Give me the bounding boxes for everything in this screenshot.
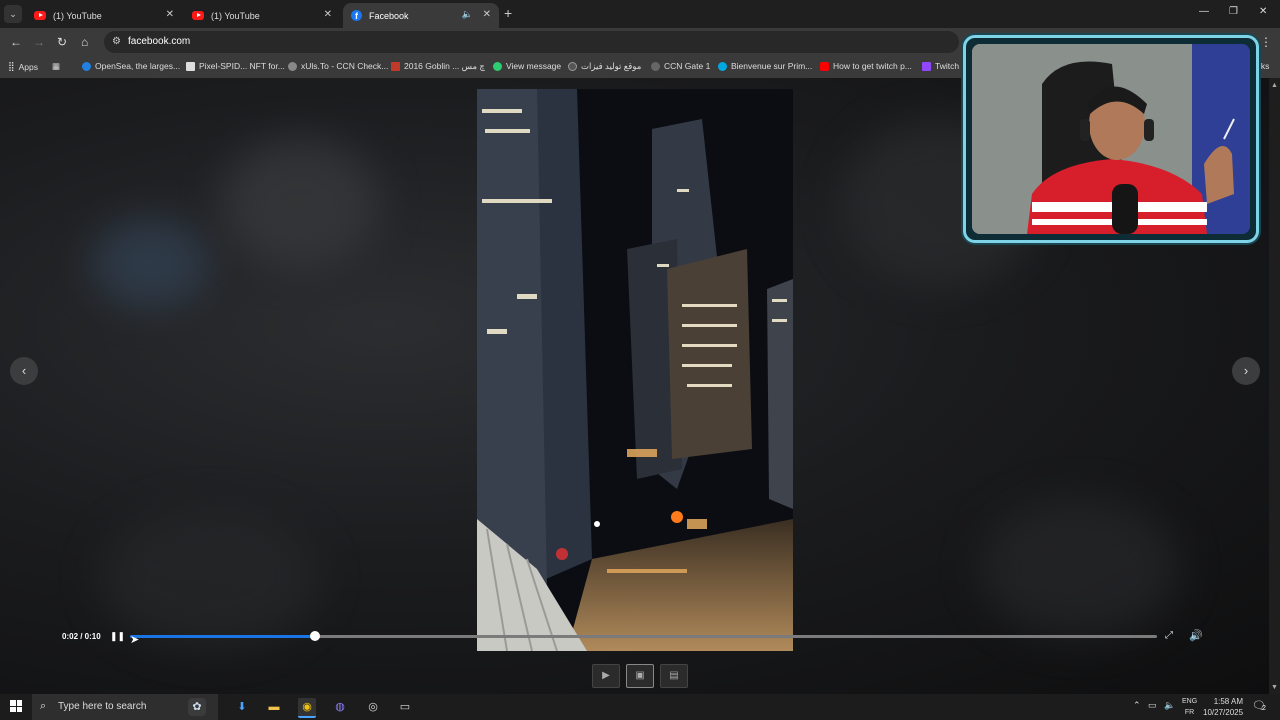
webcam-feed bbox=[972, 44, 1250, 234]
network-icon[interactable]: ▭ bbox=[1148, 700, 1157, 711]
close-tab-icon[interactable]: ✕ bbox=[324, 9, 332, 20]
bookmark-ccn-gate[interactable]: CCN Gate 1 bbox=[651, 61, 710, 71]
close-tab-icon[interactable]: ✕ bbox=[483, 9, 491, 20]
notification-count: 2 bbox=[1262, 705, 1266, 712]
video-progress-bar[interactable] bbox=[130, 631, 1157, 641]
bookmark-arabic-site[interactable]: ﻣﻮﻗﻊ ﺗﻮﻟﻴﺪ ﻓﻴﺰات bbox=[568, 61, 641, 72]
opensea-icon bbox=[82, 61, 91, 71]
clock-time: 1:58 AM bbox=[1213, 697, 1244, 706]
bookmark-opensea[interactable]: OpenSea, the larges... bbox=[82, 61, 180, 71]
previous-media-button[interactable]: ‹ bbox=[10, 357, 38, 385]
mouse-cursor: ➤ bbox=[130, 634, 140, 646]
globe-icon bbox=[568, 62, 577, 71]
taskbar-clock[interactable]: 1:58 AM 10/27/2025 bbox=[1203, 696, 1243, 718]
progress-scrubber[interactable] bbox=[309, 631, 320, 641]
apps-grid-icon: ⣿ bbox=[8, 61, 15, 71]
tab-youtube-2[interactable]: (1) YouTube ✕ bbox=[184, 3, 340, 28]
close-tab-icon[interactable]: ✕ bbox=[166, 9, 174, 20]
tab-youtube-1[interactable]: (1) YouTube ✕ bbox=[26, 3, 182, 28]
reload-button[interactable]: ↻ bbox=[57, 35, 67, 49]
scroll-up-arrow[interactable]: ▲ bbox=[1271, 82, 1278, 89]
address-bar[interactable] bbox=[104, 31, 959, 53]
pixel-icon bbox=[186, 61, 195, 71]
search-highlight-icon[interactable]: ✿ bbox=[188, 698, 206, 716]
prime-icon bbox=[718, 61, 727, 71]
bookmark-prime[interactable]: Bienvenue sur Prim... bbox=[718, 61, 812, 71]
webcam-overlay bbox=[963, 35, 1259, 243]
tab-title: Facebook bbox=[369, 10, 409, 21]
obs-icon[interactable]: ◎ bbox=[364, 698, 382, 716]
thumbnail[interactable]: ▶ bbox=[592, 664, 620, 688]
progress-fill bbox=[130, 635, 315, 638]
chrome-icon[interactable]: ◉ bbox=[298, 698, 316, 718]
tab-groups-icon[interactable]: ▦ bbox=[52, 61, 60, 72]
video-frame-city-night bbox=[477, 89, 793, 651]
tab-title: (1) YouTube bbox=[211, 10, 260, 21]
pause-icon[interactable]: ❚❚ bbox=[110, 631, 125, 642]
twitch-icon bbox=[922, 61, 931, 71]
close-window-button[interactable]: ✕ bbox=[1259, 6, 1267, 17]
goblin-icon bbox=[391, 62, 400, 71]
lang-code: ENG bbox=[1182, 698, 1198, 705]
tray-volume-icon[interactable]: 🔈 bbox=[1164, 700, 1175, 711]
browser-menu-icon[interactable]: ⋮ bbox=[1260, 35, 1272, 49]
tab-search-button[interactable]: ⌄ bbox=[4, 5, 22, 23]
bookmark-xuls[interactable]: xUls.To - CCN Check... bbox=[288, 61, 388, 71]
page-scrollbar[interactable] bbox=[1269, 78, 1280, 694]
bookmark-goblin[interactable]: 2016 Goblin ... ﭺ ﻣﺲ bbox=[391, 61, 485, 72]
store-icon[interactable]: ⬇ bbox=[233, 698, 251, 716]
site-info-icon[interactable]: ⚙ bbox=[112, 36, 121, 47]
forward-button[interactable]: → bbox=[33, 35, 45, 49]
bookmark-apps[interactable]: ⣿ Apps bbox=[8, 61, 38, 72]
terminal-icon[interactable]: ▭ bbox=[396, 698, 414, 716]
scroll-down-arrow[interactable]: ▼ bbox=[1271, 684, 1278, 691]
youtube-icon bbox=[34, 11, 46, 20]
bookmark-pixel-spid[interactable]: Pixel-SPID... NFT for... bbox=[186, 61, 285, 71]
search-icon: ⌕ bbox=[40, 700, 47, 712]
file-explorer-icon[interactable]: ▬ bbox=[265, 698, 283, 716]
volume-icon[interactable]: 🔊 bbox=[1189, 629, 1203, 642]
message-icon bbox=[493, 61, 502, 71]
taskbar-search-placeholder[interactable]: Type here to search bbox=[58, 701, 146, 712]
next-media-button[interactable]: › bbox=[1232, 357, 1260, 385]
new-tab-button[interactable]: + bbox=[504, 5, 512, 21]
fullscreen-icon[interactable]: ⤢ bbox=[1165, 630, 1173, 641]
windows-start-icon[interactable] bbox=[10, 700, 22, 712]
speaker-icon[interactable]: 🔈 bbox=[462, 9, 473, 20]
streamer-image bbox=[972, 44, 1250, 234]
ccn-icon bbox=[651, 61, 660, 71]
minimize-button[interactable]: — bbox=[1199, 6, 1209, 17]
clock-date: 10/27/2025 bbox=[1203, 708, 1244, 717]
youtube-icon bbox=[820, 61, 829, 71]
all-bookmarks[interactable]: rks bbox=[1258, 61, 1269, 71]
video-player[interactable] bbox=[477, 89, 793, 651]
youtube-icon bbox=[192, 11, 204, 20]
url-text[interactable]: facebook.com bbox=[128, 36, 190, 47]
video-time: 0:02 / 0:10 bbox=[62, 632, 101, 641]
home-button[interactable]: ⌂ bbox=[81, 35, 88, 49]
xuls-icon bbox=[288, 61, 297, 71]
media-thumbnail-strip: ▶ ▣ ▤ bbox=[592, 664, 688, 688]
tab-facebook[interactable]: f Facebook 🔈 ✕ bbox=[343, 3, 499, 28]
tray-expand-icon[interactable]: ⌃ bbox=[1133, 700, 1141, 711]
bookmark-view-message[interactable]: View message bbox=[493, 61, 561, 71]
bookmark-twitch-howto[interactable]: How to get twitch p... bbox=[820, 61, 912, 71]
keyboard-layout: FR bbox=[1184, 709, 1195, 716]
language-indicator[interactable]: ENG FR bbox=[1182, 696, 1197, 718]
restore-button[interactable]: ❐ bbox=[1229, 6, 1238, 17]
facebook-icon: f bbox=[351, 10, 362, 21]
bookmark-twitch[interactable]: Twitch bbox=[922, 61, 959, 71]
tab-title: (1) YouTube bbox=[53, 10, 102, 21]
thumbnail[interactable]: ▤ bbox=[660, 664, 688, 688]
back-button[interactable]: ← bbox=[10, 35, 22, 49]
discord-icon[interactable]: ◍ bbox=[331, 698, 349, 716]
thumbnail-current[interactable]: ▣ bbox=[626, 664, 654, 688]
